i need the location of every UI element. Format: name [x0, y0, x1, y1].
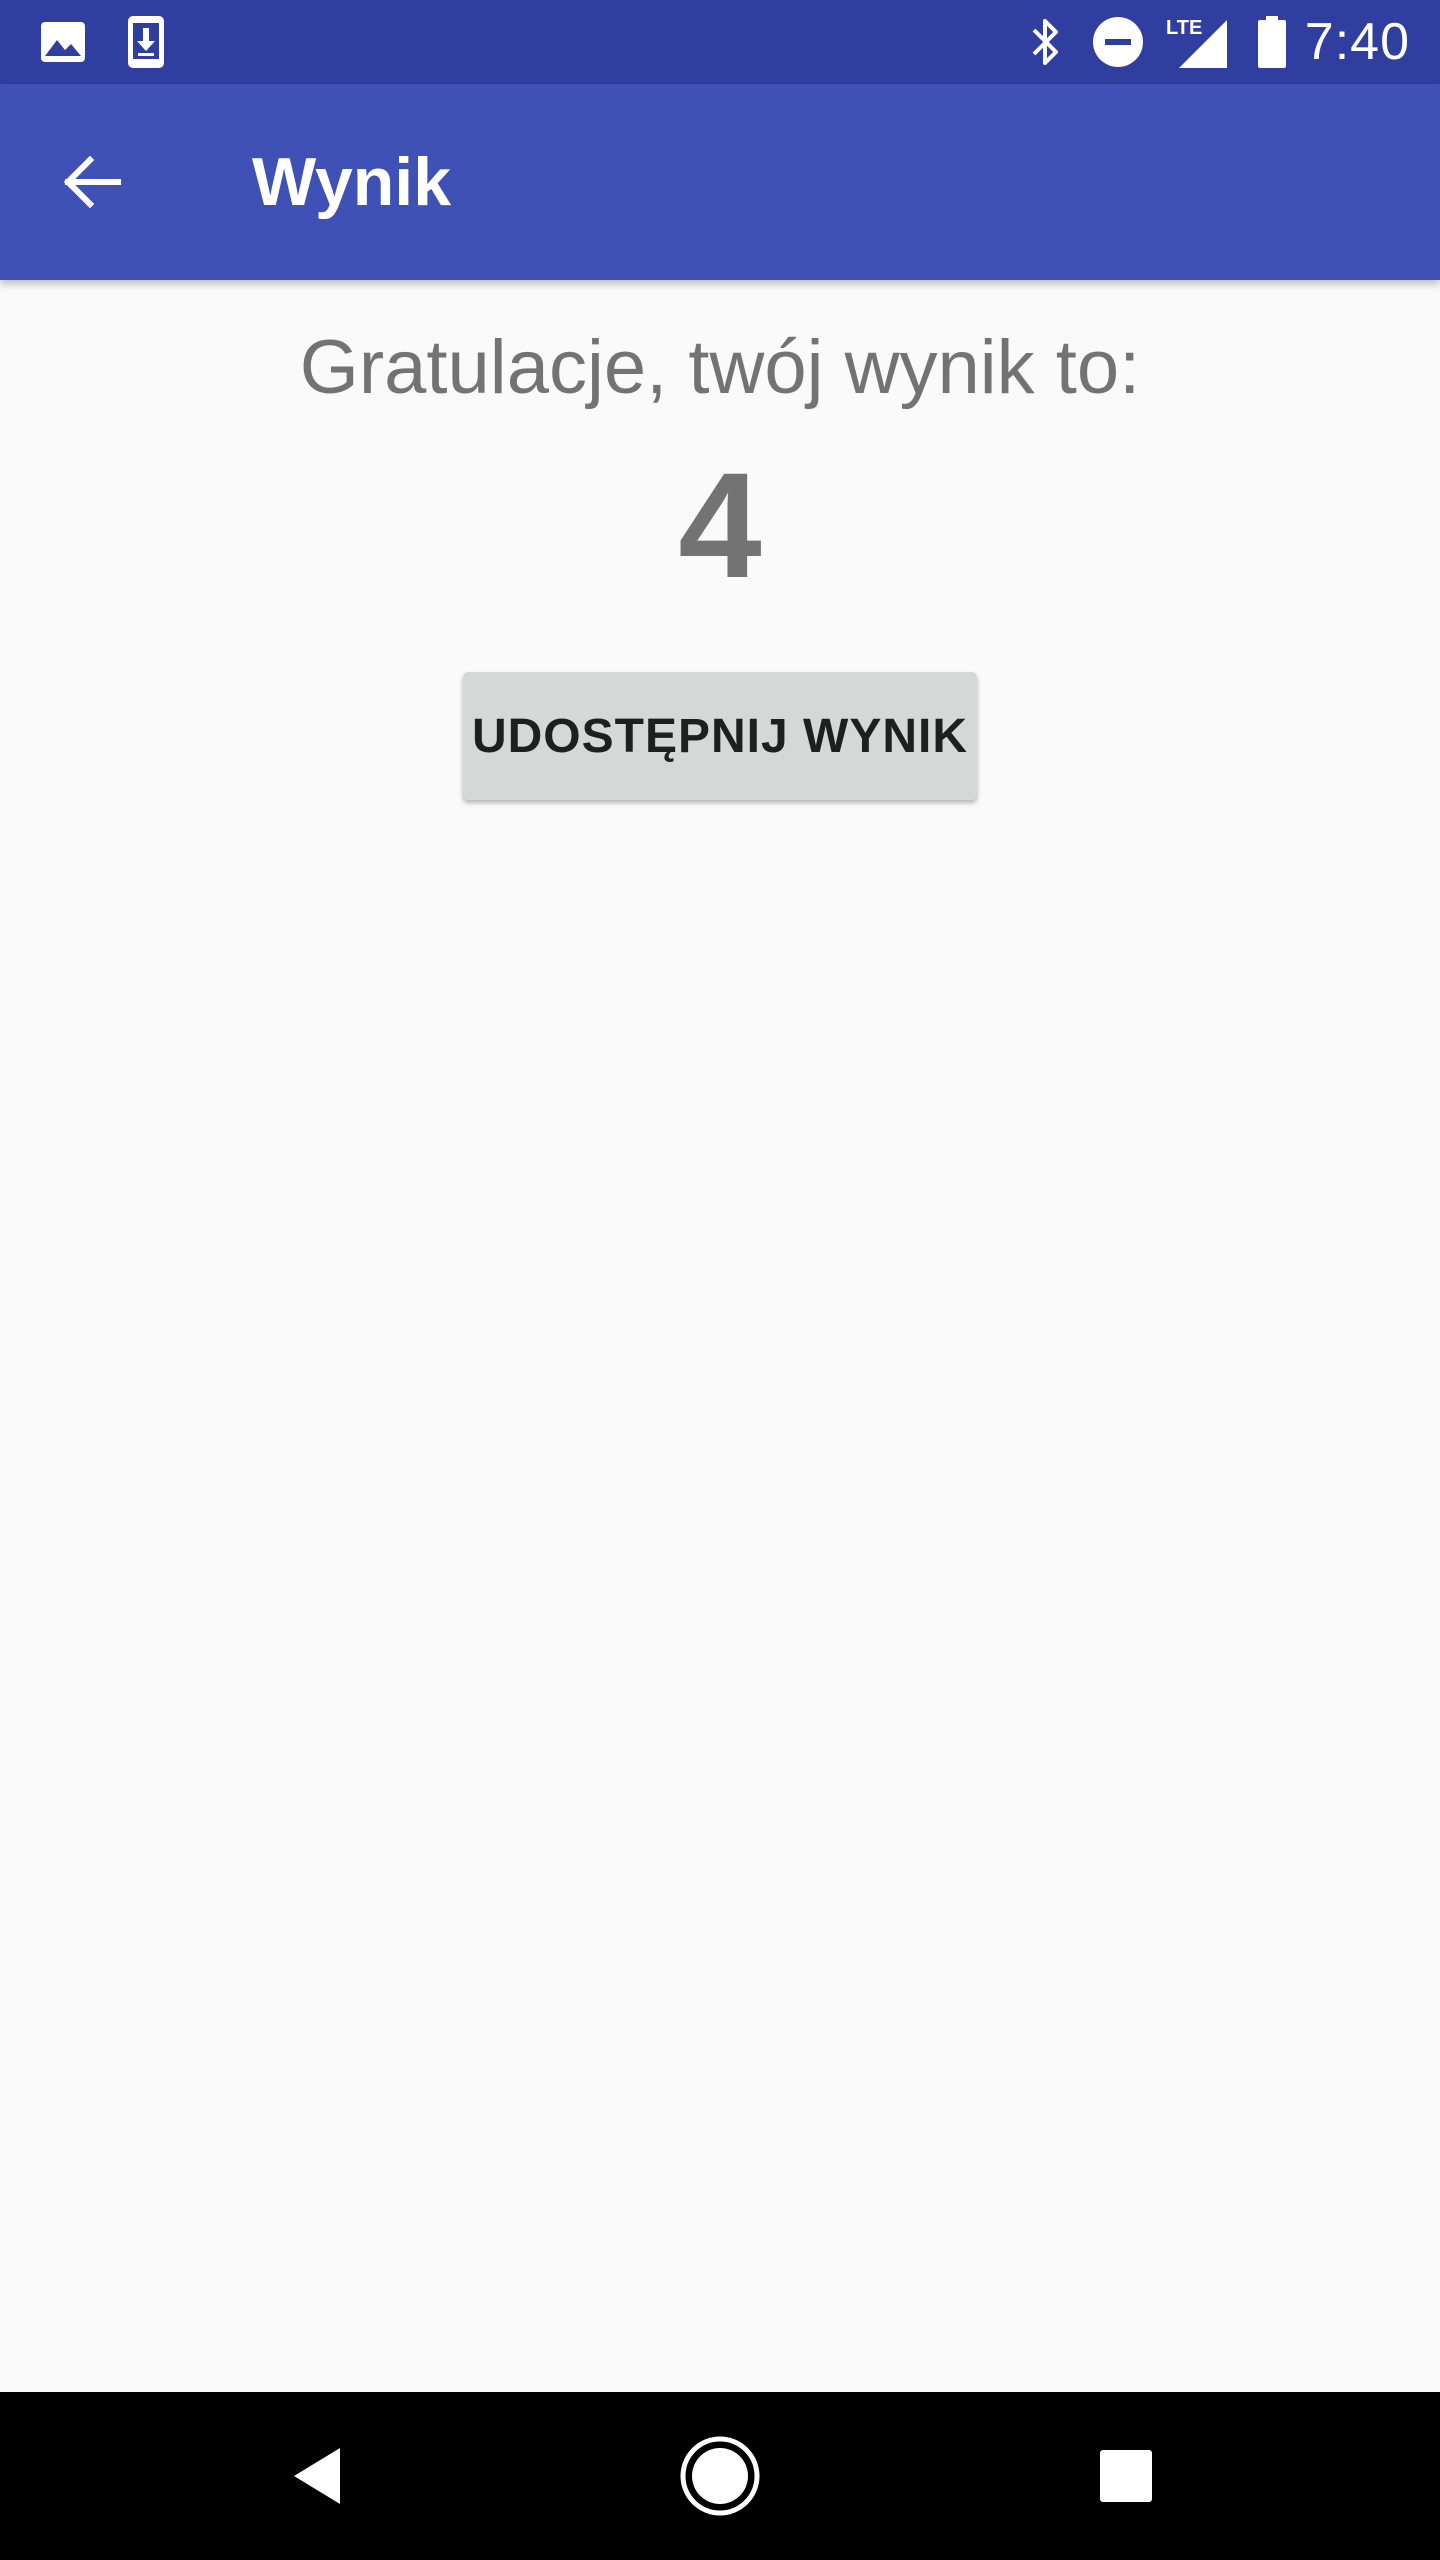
status-time: 7:40: [1304, 13, 1410, 71]
nav-bar: [0, 2392, 1440, 2560]
arrow-back-icon: [63, 155, 121, 209]
image-icon: [34, 14, 92, 70]
screen: LTE 7:40 Wynik Gratulacje, twój wynik to…: [0, 0, 1440, 2560]
nav-back-button[interactable]: [268, 2426, 368, 2526]
score-value: 4: [678, 441, 762, 609]
status-bar: LTE 7:40: [0, 0, 1440, 84]
do-not-disturb-icon: [1090, 14, 1146, 70]
bluetooth-icon: [1024, 14, 1068, 70]
lte-label: LTE: [1166, 17, 1202, 39]
home-circle-icon: [680, 2436, 760, 2516]
download-icon: [122, 14, 170, 70]
main-content: Gratulacje, twój wynik to: 4 UDOSTĘPNIJ …: [0, 280, 1440, 2392]
page-title: Wynik: [252, 144, 452, 220]
nav-home-button[interactable]: [670, 2426, 770, 2526]
recents-square-icon: [1100, 2450, 1152, 2502]
battery-icon: [1254, 14, 1290, 70]
nav-recents-button[interactable]: [1076, 2426, 1176, 2526]
app-bar: Wynik: [0, 84, 1440, 280]
lte-signal-icon: LTE: [1164, 14, 1230, 70]
back-button[interactable]: [44, 134, 140, 230]
share-result-button[interactable]: UDOSTĘPNIJ WYNIK: [463, 672, 977, 800]
congrats-text: Gratulacje, twój wynik to:: [299, 325, 1141, 410]
back-triangle-icon: [294, 2448, 340, 2504]
